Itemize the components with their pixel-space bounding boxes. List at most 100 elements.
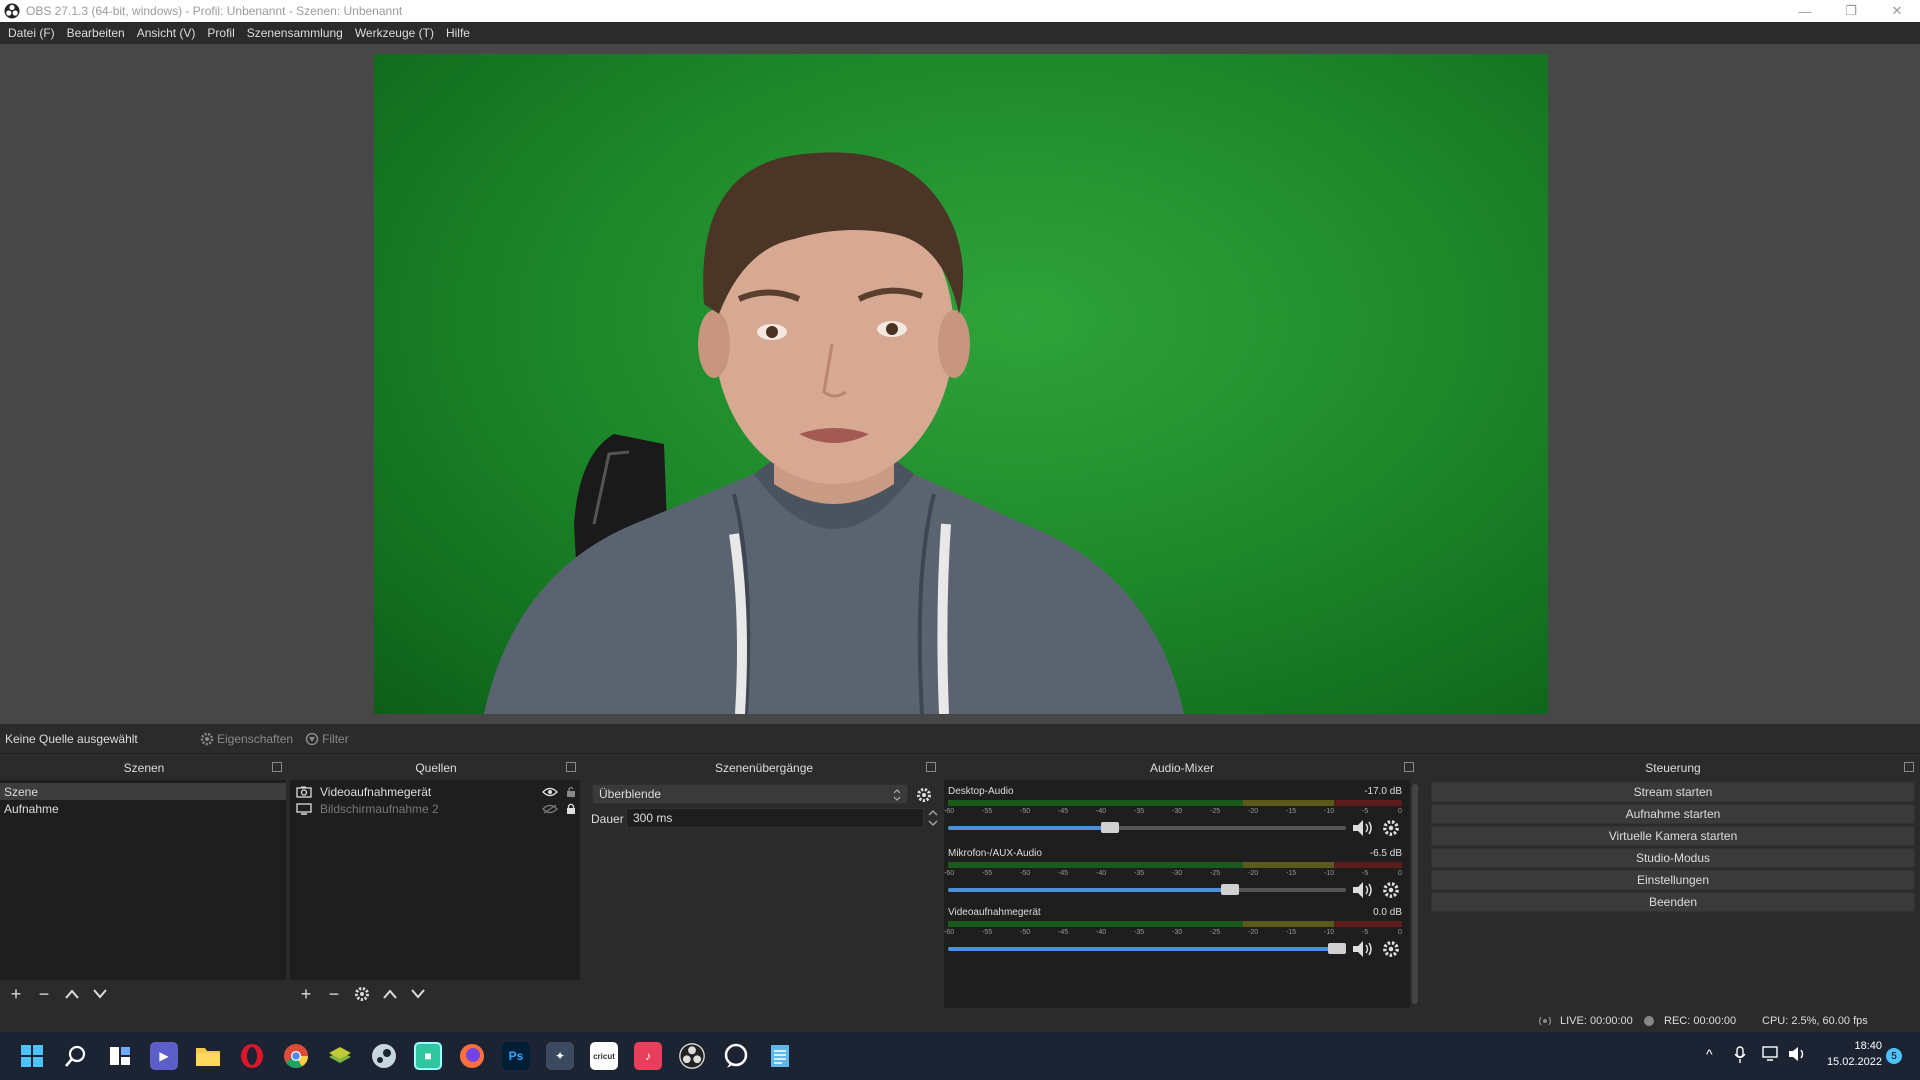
- taskbar-date[interactable]: 15.02.2022: [1822, 1056, 1882, 1068]
- davinci-button[interactable]: ✦: [546, 1042, 574, 1070]
- steam-icon: [372, 1044, 396, 1068]
- remove-scene-button[interactable]: −: [34, 984, 54, 1004]
- menu-tools[interactable]: Werkzeuge (T): [355, 26, 434, 40]
- microphone-icon[interactable]: [1734, 1046, 1746, 1064]
- transition-settings-button[interactable]: [914, 786, 934, 804]
- gear-icon[interactable]: [1382, 881, 1400, 899]
- restore-button[interactable]: ❐: [1828, 0, 1874, 22]
- duration-input[interactable]: 300 ms: [626, 808, 924, 828]
- source-item-screen-capture[interactable]: Bildschirmaufnahme 2: [290, 800, 580, 817]
- chat-button[interactable]: ▶: [150, 1042, 178, 1070]
- meter-scale-label: -60: [944, 808, 955, 815]
- opera-button[interactable]: [238, 1042, 266, 1070]
- menu-file[interactable]: Datei (F): [8, 26, 55, 40]
- undock-icon[interactable]: [926, 762, 936, 772]
- speaker-icon[interactable]: [1352, 881, 1374, 899]
- filter-button[interactable]: Filter: [305, 732, 349, 746]
- speaker-icon[interactable]: [1352, 940, 1374, 958]
- task-view-button[interactable]: [106, 1042, 134, 1070]
- close-button[interactable]: ✕: [1874, 0, 1920, 22]
- volume-icon[interactable]: [1788, 1046, 1806, 1062]
- undock-icon[interactable]: [566, 762, 576, 772]
- menu-help[interactable]: Hilfe: [446, 26, 470, 40]
- minimize-button[interactable]: —: [1782, 0, 1828, 22]
- gear-icon[interactable]: [1382, 819, 1400, 837]
- tray-overflow-icon[interactable]: ^: [1706, 1046, 1713, 1062]
- volume-slider[interactable]: [948, 943, 1346, 954]
- volume-slider[interactable]: [948, 884, 1346, 895]
- undock-icon[interactable]: [1904, 762, 1914, 772]
- file-explorer-button[interactable]: [194, 1042, 222, 1070]
- streaming-app-button[interactable]: ■: [414, 1042, 442, 1070]
- stream-start-button[interactable]: Stream starten: [1431, 782, 1915, 802]
- volume-slider-handle[interactable]: [1101, 822, 1120, 833]
- steam-button[interactable]: [370, 1042, 398, 1070]
- eye-hidden-icon[interactable]: [542, 803, 558, 814]
- sources-list: Videoaufnahmegerät Bildschirmaufnahme 2: [290, 780, 580, 980]
- duration-spinner[interactable]: [926, 808, 940, 828]
- firefox-button[interactable]: [458, 1042, 486, 1070]
- notification-badge[interactable]: 5: [1886, 1048, 1902, 1064]
- move-source-down-button[interactable]: [408, 984, 428, 1004]
- scenes-header: Szenen: [0, 756, 288, 780]
- start-button[interactable]: [18, 1042, 46, 1070]
- layers-icon: [329, 1047, 351, 1063]
- mixer-scrollbar[interactable]: [1410, 780, 1420, 1008]
- move-scene-up-button[interactable]: [62, 984, 82, 1004]
- move-scene-down-button[interactable]: [90, 984, 110, 1004]
- notepad-button[interactable]: [766, 1042, 794, 1070]
- gear-icon[interactable]: [1382, 940, 1400, 958]
- lock-icon[interactable]: [566, 803, 576, 815]
- obs-taskbar-button[interactable]: [678, 1042, 706, 1070]
- music-app-button[interactable]: ♪: [634, 1042, 662, 1070]
- search-button[interactable]: [62, 1042, 90, 1070]
- volume-slider-handle[interactable]: [1328, 943, 1346, 954]
- undock-icon[interactable]: [1404, 762, 1414, 772]
- channel-name: Mikrofon-/AUX-Audio: [948, 848, 1042, 859]
- remove-source-button[interactable]: −: [324, 984, 344, 1004]
- menu-edit[interactable]: Bearbeiten: [67, 26, 125, 40]
- add-scene-button[interactable]: +: [6, 984, 26, 1004]
- virtual-camera-start-button[interactable]: Virtuelle Kamera starten: [1431, 826, 1915, 846]
- recording-start-button[interactable]: Aufnahme starten: [1431, 804, 1915, 824]
- status-bar: LIVE: 00:00:00 REC: 00:00:00 CPU: 2.5%, …: [0, 1010, 1920, 1032]
- scene-item-szene[interactable]: Szene: [0, 783, 286, 800]
- scene-item-aufnahme[interactable]: Aufnahme: [0, 800, 286, 817]
- chat-app-button[interactable]: [722, 1042, 750, 1070]
- studio-mode-button[interactable]: Studio-Modus: [1431, 848, 1915, 868]
- menu-view[interactable]: Ansicht (V): [137, 26, 196, 40]
- meter-scale-label: -5: [1362, 808, 1369, 815]
- unlock-icon[interactable]: [566, 786, 576, 798]
- volume-slider-handle[interactable]: [1220, 884, 1239, 895]
- photoshop-button[interactable]: Ps: [502, 1042, 530, 1070]
- speaker-icon[interactable]: [1352, 819, 1374, 837]
- properties-label: Eigenschaften: [217, 731, 294, 746]
- scenes-toolbar: + −: [0, 980, 110, 1008]
- source-item-video-capture[interactable]: Videoaufnahmegerät: [290, 783, 580, 800]
- menu-profile[interactable]: Profil: [207, 26, 234, 40]
- opera-icon: [241, 1044, 263, 1068]
- chevron-up-icon: [65, 989, 79, 999]
- chevron-down-icon: [93, 989, 107, 999]
- cricut-button[interactable]: cricut: [590, 1042, 618, 1070]
- properties-button[interactable]: Eigenschaften: [200, 732, 293, 746]
- meter-scale-label: -45: [1058, 870, 1069, 877]
- volume-slider[interactable]: [948, 822, 1346, 833]
- eye-icon[interactable]: [542, 787, 558, 797]
- taskbar-time[interactable]: 18:40: [1822, 1040, 1882, 1052]
- move-source-up-button[interactable]: [380, 984, 400, 1004]
- undock-icon[interactable]: [272, 762, 282, 772]
- source-properties-button[interactable]: [352, 984, 372, 1004]
- layers-app-button[interactable]: [326, 1042, 354, 1070]
- settings-button[interactable]: Einstellungen: [1431, 870, 1915, 890]
- menu-scene-collection[interactable]: Szenensammlung: [247, 26, 343, 40]
- scenes-title: Szenen: [123, 761, 165, 775]
- exit-button[interactable]: Beenden: [1431, 892, 1915, 912]
- video-preview[interactable]: [374, 54, 1548, 714]
- chrome-button[interactable]: [282, 1042, 310, 1070]
- add-source-button[interactable]: +: [296, 984, 316, 1004]
- meter-scale-label: -15: [1286, 929, 1297, 936]
- transition-select[interactable]: Überblende: [592, 784, 908, 804]
- meter-scale-label: -10: [1324, 870, 1335, 877]
- network-icon[interactable]: [1762, 1046, 1780, 1062]
